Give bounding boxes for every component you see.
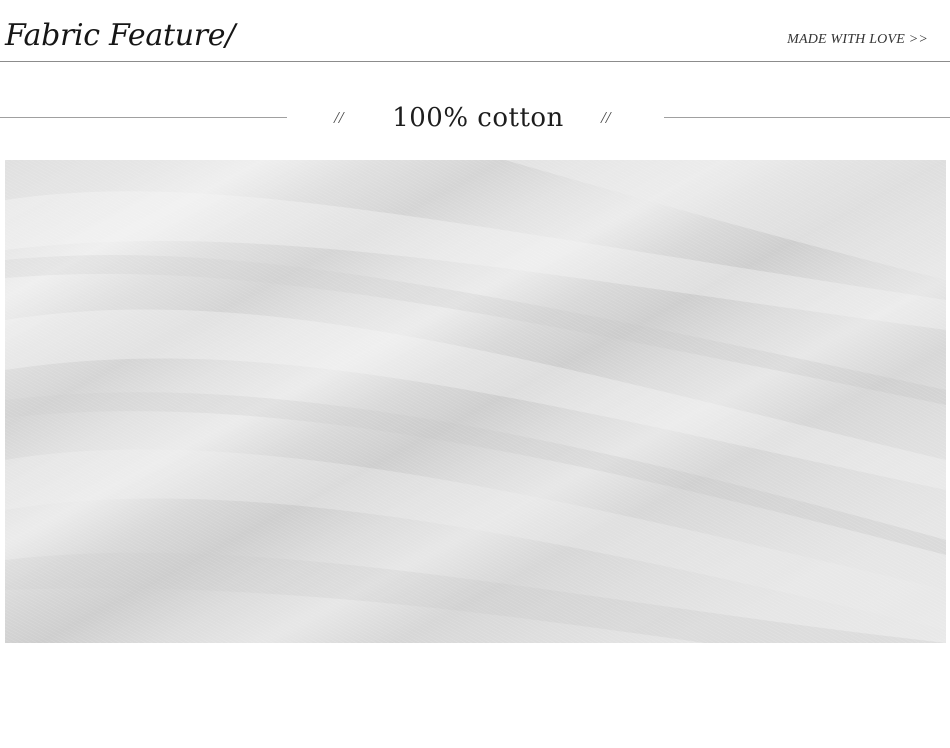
fabric-texture xyxy=(5,160,946,643)
page-title: Fabric Feature/ xyxy=(5,18,236,53)
heading-rule-right xyxy=(664,117,950,118)
section-heading: // 100% cotton // xyxy=(0,96,950,140)
material-heading: 100% cotton xyxy=(392,103,564,133)
page-header: Fabric Feature/ MADE WITH LOVE >> xyxy=(0,0,950,62)
heading-rule-left xyxy=(0,117,287,118)
header-divider xyxy=(0,61,950,62)
fabric-closeup-image xyxy=(5,160,946,643)
tagline-link[interactable]: MADE WITH LOVE >> xyxy=(787,32,928,48)
heading-slashes-left: // xyxy=(334,108,344,127)
heading-slashes-right: // xyxy=(601,108,611,127)
